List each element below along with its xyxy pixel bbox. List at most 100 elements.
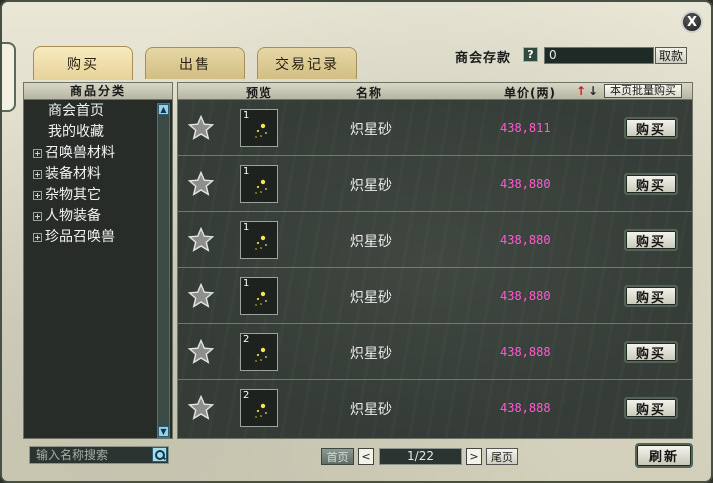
star-sand-icon bbox=[253, 176, 271, 196]
expand-plus-icon[interactable] bbox=[33, 170, 42, 179]
withdraw-button[interactable]: 取款 bbox=[655, 47, 687, 64]
table-row: 1 炽星砂 438,880 购买 bbox=[178, 212, 692, 268]
help-icon[interactable]: ? bbox=[523, 47, 538, 62]
star-sand-icon bbox=[253, 400, 271, 420]
deposit-label: 商会存款 bbox=[455, 51, 512, 66]
category-item[interactable]: 人物装备 bbox=[24, 206, 158, 227]
item-thumbnail[interactable]: 1 bbox=[240, 221, 278, 259]
favorite-star-icon[interactable] bbox=[187, 114, 215, 141]
item-name: 炽星砂 bbox=[350, 402, 392, 418]
buy-button[interactable]: 购买 bbox=[624, 173, 678, 195]
deposit-value-field: 0 bbox=[544, 47, 654, 64]
table-header: 预览 名称 单价(两) ↑ ↓ 本页批量购买 bbox=[178, 83, 692, 100]
item-table: 预览 名称 单价(两) ↑ ↓ 本页批量购买 1 炽星砂 438,811 购买 1 炽星砂… bbox=[177, 82, 693, 439]
column-price: 单价(两) bbox=[504, 86, 556, 100]
category-scrollbar[interactable]: ▲ ▼ bbox=[157, 103, 170, 438]
prev-page-button[interactable]: < bbox=[358, 448, 374, 465]
item-thumbnail[interactable]: 1 bbox=[240, 165, 278, 203]
category-list: 商会首页我的收藏召唤兽材料装备材料杂物其它人物装备珍品召唤兽 bbox=[24, 101, 158, 248]
first-page-button[interactable]: 首页 bbox=[321, 448, 354, 465]
item-quantity: 2 bbox=[243, 334, 250, 345]
tab-sell[interactable]: 出售 bbox=[145, 47, 245, 79]
trade-window: X 购买 出售 交易记录 商会存款 ? 0 取款 商品分类 商会首页我的收藏召唤… bbox=[0, 0, 713, 483]
category-panel: 商品分类 商会首页我的收藏召唤兽材料装备材料杂物其它人物装备珍品召唤兽 ▲ ▼ bbox=[23, 82, 173, 439]
expand-plus-icon[interactable] bbox=[33, 212, 42, 221]
category-label: 装备材料 bbox=[45, 166, 101, 182]
buy-button[interactable]: 购买 bbox=[624, 229, 678, 251]
buy-button[interactable]: 购买 bbox=[624, 397, 678, 419]
favorite-star-icon[interactable] bbox=[187, 338, 215, 365]
item-name: 炽星砂 bbox=[350, 122, 392, 138]
table-row: 1 炽星砂 438,880 购买 bbox=[178, 268, 692, 324]
star-sand-icon bbox=[253, 120, 271, 140]
star-sand-icon bbox=[253, 288, 271, 308]
category-label: 珍品召唤兽 bbox=[45, 229, 115, 245]
expand-plus-icon[interactable] bbox=[33, 191, 42, 200]
item-name: 炽星砂 bbox=[350, 346, 392, 362]
favorite-star-icon[interactable] bbox=[187, 226, 215, 253]
category-label: 商会首页 bbox=[48, 103, 104, 119]
item-thumbnail[interactable]: 1 bbox=[240, 277, 278, 315]
category-item[interactable]: 召唤兽材料 bbox=[24, 143, 158, 164]
category-item[interactable]: 我的收藏 bbox=[24, 122, 158, 143]
item-rows: 1 炽星砂 438,811 购买 1 炽星砂 438,880 购买 1 炽星砂 438,880 购买 1… bbox=[178, 100, 692, 436]
buy-button[interactable]: 购买 bbox=[624, 117, 678, 139]
buy-button[interactable]: 购买 bbox=[624, 341, 678, 363]
item-quantity: 1 bbox=[243, 110, 250, 121]
category-label: 我的收藏 bbox=[48, 124, 104, 140]
table-row: 2 炽星砂 438,888 购买 bbox=[178, 380, 692, 436]
scroll-up-icon[interactable]: ▲ bbox=[158, 104, 169, 115]
item-quantity: 1 bbox=[243, 278, 250, 289]
category-item[interactable]: 商会首页 bbox=[24, 101, 158, 122]
item-price: 438,888 bbox=[500, 401, 551, 415]
category-item[interactable]: 装备材料 bbox=[24, 164, 158, 185]
table-row: 2 炽星砂 438,888 购买 bbox=[178, 324, 692, 380]
item-price: 438,880 bbox=[500, 177, 551, 191]
item-name: 炽星砂 bbox=[350, 178, 392, 194]
favorite-star-icon[interactable] bbox=[187, 394, 215, 421]
close-button[interactable]: X bbox=[681, 11, 703, 33]
category-label: 杂物其它 bbox=[45, 187, 101, 203]
refresh-button[interactable]: 刷新 bbox=[635, 443, 693, 468]
scroll-down-icon[interactable]: ▼ bbox=[158, 426, 169, 437]
search-icon[interactable] bbox=[152, 447, 167, 462]
page-indicator: 1/22 bbox=[379, 448, 462, 465]
sort-ascending-icon[interactable]: ↑ bbox=[576, 84, 587, 98]
item-thumbnail[interactable]: 1 bbox=[240, 109, 278, 147]
column-preview: 预览 bbox=[246, 86, 273, 100]
item-price: 438,888 bbox=[500, 345, 551, 359]
item-quantity: 1 bbox=[243, 166, 250, 177]
item-name: 炽星砂 bbox=[350, 234, 392, 250]
item-name: 炽星砂 bbox=[350, 290, 392, 306]
buy-button[interactable]: 购买 bbox=[624, 285, 678, 307]
tab-trade-log[interactable]: 交易记录 bbox=[257, 47, 357, 79]
star-sand-icon bbox=[253, 232, 271, 252]
category-item[interactable]: 杂物其它 bbox=[24, 185, 158, 206]
search-input[interactable]: 输入名称搜索 bbox=[29, 446, 169, 464]
item-thumbnail[interactable]: 2 bbox=[240, 333, 278, 371]
next-page-button[interactable]: > bbox=[466, 448, 482, 465]
tab-buy[interactable]: 购买 bbox=[33, 46, 133, 80]
sort-descending-icon[interactable]: ↓ bbox=[588, 84, 599, 98]
item-thumbnail[interactable]: 2 bbox=[240, 389, 278, 427]
category-header: 商品分类 bbox=[24, 83, 172, 100]
item-price: 438,880 bbox=[500, 289, 551, 303]
star-sand-icon bbox=[253, 344, 271, 364]
expand-plus-icon[interactable] bbox=[33, 149, 42, 158]
item-quantity: 1 bbox=[243, 222, 250, 233]
table-row: 1 炽星砂 438,811 购买 bbox=[178, 100, 692, 156]
window-ornament bbox=[2, 42, 16, 112]
favorite-star-icon[interactable] bbox=[187, 170, 215, 197]
item-quantity: 2 bbox=[243, 390, 250, 401]
category-label: 召唤兽材料 bbox=[45, 145, 115, 161]
category-item[interactable]: 珍品召唤兽 bbox=[24, 227, 158, 248]
last-page-button[interactable]: 尾页 bbox=[486, 448, 518, 465]
column-name: 名称 bbox=[356, 86, 383, 100]
expand-plus-icon[interactable] bbox=[33, 233, 42, 242]
table-row: 1 炽星砂 438,880 购买 bbox=[178, 156, 692, 212]
item-price: 438,880 bbox=[500, 233, 551, 247]
item-price: 438,811 bbox=[500, 121, 551, 135]
category-label: 人物装备 bbox=[45, 208, 101, 224]
batch-buy-button[interactable]: 本页批量购买 bbox=[604, 84, 682, 98]
favorite-star-icon[interactable] bbox=[187, 282, 215, 309]
